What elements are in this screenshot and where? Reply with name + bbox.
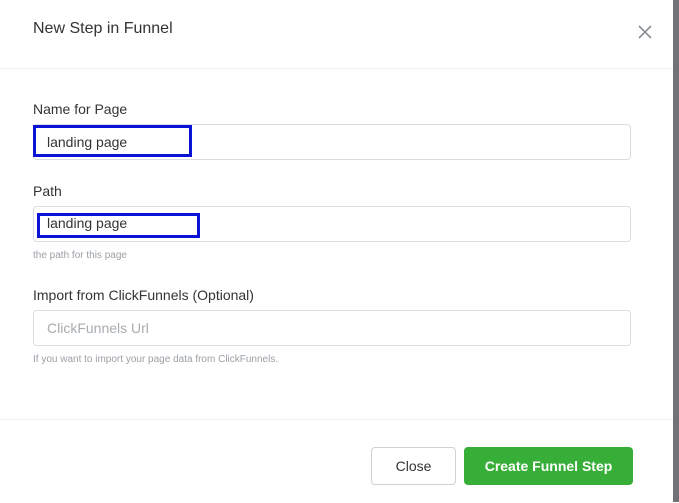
path-label: Path xyxy=(33,183,62,199)
new-step-modal: New Step in Funnel Name for Page landing… xyxy=(0,0,673,502)
path-help-text: the path for this page xyxy=(33,250,127,261)
name-label: Name for Page xyxy=(33,101,128,117)
import-label: Import from ClickFunnels (Optional) xyxy=(33,287,254,303)
name-highlight-box xyxy=(33,125,192,157)
clickfunnels-url-placeholder: ClickFunnels Url xyxy=(47,320,149,336)
create-funnel-step-button[interactable]: Create Funnel Step xyxy=(464,447,633,485)
modal-title: New Step in Funnel xyxy=(33,20,173,37)
path-highlight-box xyxy=(37,213,200,238)
modal-footer: Close Create Funnel Step xyxy=(0,419,673,503)
close-button[interactable]: Close xyxy=(371,447,456,485)
import-help-text: If you want to import your page data fro… xyxy=(33,354,279,365)
modal-header: New Step in Funnel xyxy=(0,0,673,69)
background-overlay-edge xyxy=(673,0,679,502)
clickfunnels-url-input[interactable]: ClickFunnels Url xyxy=(33,310,631,346)
close-icon[interactable] xyxy=(636,23,654,41)
